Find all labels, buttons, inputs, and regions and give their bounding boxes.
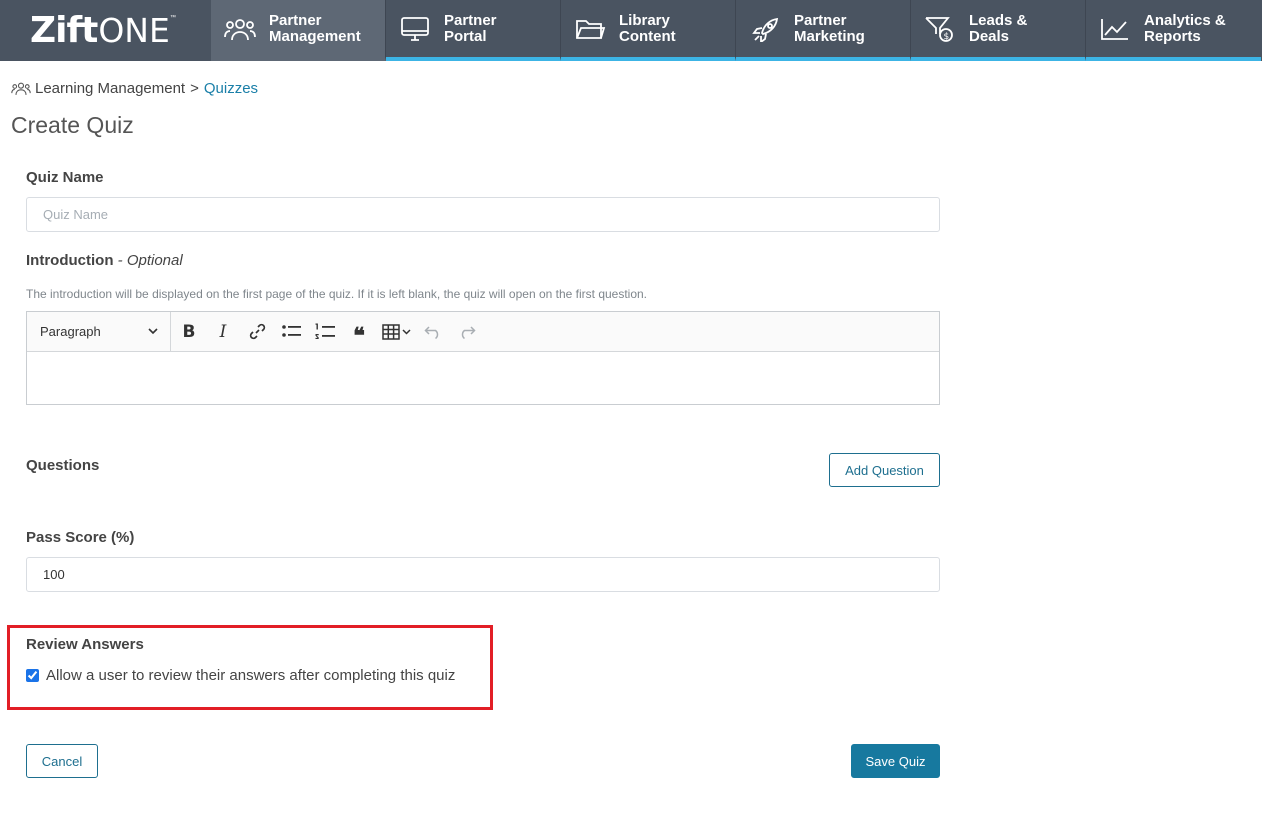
breadcrumb: Learning Management > Quizzes [11,80,258,97]
blockquote-button[interactable]: ❝ [342,317,376,349]
line-chart-icon [1098,14,1132,44]
add-question-button[interactable]: Add Question [829,453,940,487]
italic-button[interactable]: I [206,317,240,347]
quote-icon: ❝ [353,322,365,349]
users-icon [223,14,257,44]
undo-button[interactable] [416,317,450,347]
questions-label: Questions [26,457,100,474]
pass-score-label: Pass Score (%) [26,529,135,546]
review-answers-label: Review Answers [26,636,144,653]
breadcrumb-parent: Learning Management [35,80,186,97]
insert-table-button[interactable] [376,317,416,347]
nav-item-label: Partner Marketing [794,11,865,45]
undo-icon [424,325,439,339]
redo-icon [461,325,476,339]
nav-item-analytics-reports[interactable]: Analytics & Reports [1086,0,1261,61]
ziftone-logo[interactable]: Zift ONE ™ [0,0,211,61]
numbered-list-icon [315,323,335,339]
chevron-down-icon [401,328,411,335]
nav-item-partner-portal[interactable]: Partner Portal [386,0,561,61]
nav-item-label: Library Content [619,11,676,45]
review-answers-option[interactable]: Allow a user to review their answers aft… [26,667,455,684]
logo-trademark: ™ [170,15,176,21]
nav-item-label: Leads & Deals [969,11,1028,45]
save-quiz-button[interactable]: Save Quiz [851,744,940,778]
pass-score-input[interactable] [26,557,940,592]
italic-icon: I [219,321,227,342]
introduction-label: Introduction - Optional [26,252,183,269]
introduction-hint: The introduction will be displayed on th… [26,287,648,301]
breadcrumb-separator: > [190,80,199,97]
link-button[interactable] [240,317,274,347]
nav-item-partner-management[interactable]: Partner Management [211,0,386,61]
quiz-name-input[interactable] [26,197,940,232]
review-answers-checkbox-label: Allow a user to review their answers aft… [46,667,456,684]
table-icon [381,323,400,340]
nav-item-label: Partner Portal [444,11,497,45]
logo-text-light: ONE [98,11,170,50]
redo-button[interactable] [450,317,484,347]
logo-text-bold: Zift [30,10,98,51]
nav-item-leads-deals[interactable]: $ Leads & Deals [911,0,1086,61]
introduction-label-text: Introduction [26,252,114,269]
quiz-name-label: Quiz Name [26,169,104,186]
funnel-dollar-icon: $ [923,14,957,44]
review-answers-checkbox[interactable] [26,669,39,682]
page-title: Create Quiz [11,112,134,138]
optional-tag: - Optional [117,252,183,269]
editor-toolbar: Paragraph B I ❝ [27,312,939,352]
nav-item-partner-marketing[interactable]: Partner Marketing [736,0,911,61]
users-icon [11,82,31,95]
introduction-rich-text-editor: Paragraph B I ❝ [26,311,940,405]
link-icon [249,323,265,340]
svg-text:$: $ [944,32,950,42]
paragraph-format-value: Paragraph [40,324,101,339]
paragraph-format-dropdown[interactable]: Paragraph [27,312,171,351]
nav-item-label: Analytics & Reports [1144,11,1226,45]
nav-item-label: Partner Management [269,11,361,45]
monitor-icon [398,14,432,44]
bold-icon: B [182,321,196,342]
top-navigation: Zift ONE ™ Partner Management Partner Po… [0,0,1262,61]
numbered-list-button[interactable] [308,317,342,347]
bulleted-list-icon [281,325,301,337]
chevron-down-icon [148,328,158,335]
bulleted-list-button[interactable] [274,317,308,347]
nav-item-library-content[interactable]: Library Content [561,0,736,61]
breadcrumb-quizzes-link[interactable]: Quizzes [204,80,258,97]
editor-content-area[interactable] [27,352,939,404]
bold-button[interactable]: B [172,317,206,347]
cancel-button[interactable]: Cancel [26,744,98,778]
folder-icon [573,14,607,44]
rocket-icon [748,14,782,44]
